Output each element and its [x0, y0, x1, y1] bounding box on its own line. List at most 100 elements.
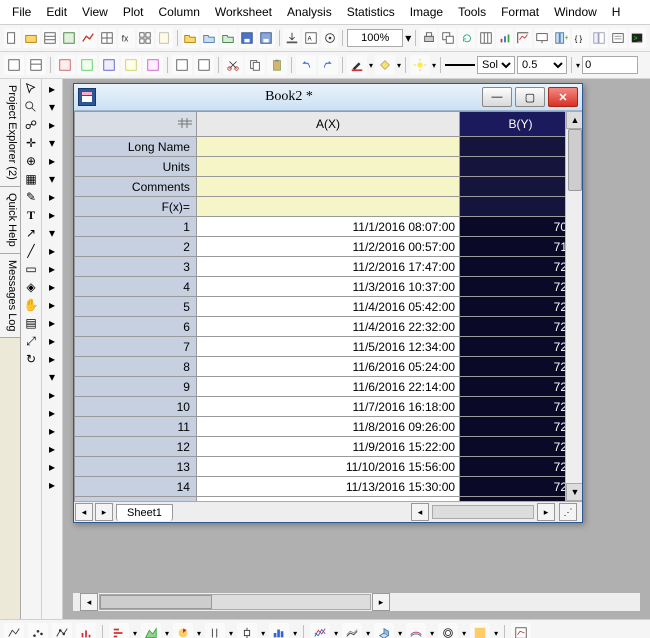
box-plot-dropdown[interactable]: ▾ — [261, 629, 265, 638]
tool-c7[interactable]: ▸ — [44, 189, 60, 205]
tool-c2[interactable]: ▾ — [44, 99, 60, 115]
new-function-button[interactable]: fx — [118, 28, 135, 48]
duplicate-button[interactable] — [439, 28, 456, 48]
cell-b[interactable]: 72.3 — [460, 357, 582, 377]
scroll-thumb[interactable] — [568, 129, 582, 191]
fill-color-button[interactable] — [375, 55, 395, 75]
contour-dropdown[interactable]: ▾ — [462, 629, 466, 638]
new-folder-button[interactable] — [23, 28, 40, 48]
cell-a[interactable]: 11/7/2016 16:18:00 — [196, 397, 459, 417]
cell-a[interactable]: 11/8/2016 09:26:00 — [196, 417, 459, 437]
cell-b[interactable]: 72.3 — [460, 277, 582, 297]
pie-plot-dropdown[interactable]: ▾ — [197, 629, 201, 638]
stock-plot-button[interactable] — [205, 623, 225, 638]
zoom-dropdown-icon[interactable]: ▾ — [405, 31, 411, 45]
tool-c11[interactable]: ▸ — [44, 261, 60, 277]
menu-tools[interactable]: Tools — [452, 3, 492, 21]
cell-a[interactable]: 11/6/2016 22:14:00 — [196, 377, 459, 397]
area-plot-button[interactable] — [141, 623, 161, 638]
line-color-dropdown[interactable]: ▾ — [369, 61, 373, 70]
wks-a4[interactable] — [121, 55, 141, 75]
paste-button[interactable] — [267, 55, 287, 75]
refresh-button[interactable] — [458, 28, 475, 48]
cell-b[interactable]: 72.3 — [460, 377, 582, 397]
project-explorer-tab[interactable]: Project Explorer (2) — [0, 79, 20, 187]
region-tool[interactable]: ◈ — [23, 279, 39, 295]
screen-reader-tool[interactable]: ☍ — [23, 117, 39, 133]
tool-c10[interactable]: ▸ — [44, 243, 60, 259]
ws-hscroll-thumb[interactable] — [100, 595, 212, 609]
meta-cell-a[interactable] — [196, 137, 459, 157]
wks-b1[interactable] — [172, 55, 192, 75]
data-selector-tool[interactable]: ⊕ — [23, 153, 39, 169]
mask-tool[interactable]: ▦ — [23, 171, 39, 187]
cell-a[interactable]: 11/9/2016 15:22:00 — [196, 437, 459, 457]
bar-plot-dropdown[interactable]: ▾ — [133, 629, 137, 638]
template-plot-button[interactable] — [511, 623, 531, 638]
tool-c18[interactable]: ▸ — [44, 387, 60, 403]
menu-statistics[interactable]: Statistics — [341, 3, 401, 21]
vertical-scrollbar[interactable]: ▲ ▼ — [565, 111, 582, 501]
line-plot-button[interactable] — [4, 623, 24, 638]
cut-button[interactable] — [223, 55, 243, 75]
zoom-in-tool[interactable] — [23, 99, 39, 115]
copy-button[interactable] — [245, 55, 265, 75]
tool-c8[interactable]: ▸ — [44, 207, 60, 223]
rescale-button[interactable] — [515, 28, 532, 48]
command-window-button[interactable]: >_ — [629, 28, 646, 48]
fill-color-dropdown[interactable]: ▾ — [397, 61, 401, 70]
menu-edit[interactable]: Edit — [40, 3, 73, 21]
tool-c13[interactable]: ▸ — [44, 297, 60, 313]
hscroll-track[interactable] — [432, 505, 534, 519]
wks-b2[interactable] — [194, 55, 214, 75]
row-header[interactable]: 9 — [75, 377, 197, 397]
rect-tool[interactable]: ▭ — [23, 261, 39, 277]
save-template-button[interactable] — [258, 28, 275, 48]
cell-b[interactable]: 70.7 — [460, 217, 582, 237]
cell-b[interactable]: 72.3 — [460, 317, 582, 337]
menu-view[interactable]: View — [76, 3, 114, 21]
line-width-select[interactable]: 0.5 — [517, 56, 567, 74]
meta-cell-a[interactable] — [196, 177, 459, 197]
meta-cell-b[interactable] — [460, 157, 582, 177]
tool-c20[interactable]: ▸ — [44, 423, 60, 439]
menu-help[interactable]: H — [606, 3, 627, 21]
new-project-button[interactable] — [4, 28, 21, 48]
tab-nav-first[interactable]: ◂ — [75, 503, 93, 521]
row-header[interactable]: 10 — [75, 397, 197, 417]
pie-plot-button[interactable] — [173, 623, 193, 638]
pan-tool[interactable]: ✋ — [23, 297, 39, 313]
insert-graph-tool[interactable]: ▤ — [23, 315, 39, 331]
batch-process-button[interactable] — [321, 28, 338, 48]
cell-b[interactable]: 75.5 — [460, 497, 582, 502]
cell-a[interactable]: 11/2/2016 17:47:00 — [196, 257, 459, 277]
print-button[interactable] — [420, 28, 437, 48]
add-columns-button[interactable]: + — [553, 28, 570, 48]
tool-c21[interactable]: ▸ — [44, 441, 60, 457]
hscroll-right[interactable]: ▸ — [537, 503, 555, 521]
undo-button[interactable] — [296, 55, 316, 75]
row-header[interactable]: 1 — [75, 217, 197, 237]
menu-format[interactable]: Format — [495, 3, 545, 21]
waterfall-dropdown[interactable]: ▾ — [366, 629, 370, 638]
cell-b[interactable]: 72.3 — [460, 437, 582, 457]
multi-y-plot-button[interactable] — [310, 623, 330, 638]
new-workbook-button[interactable] — [42, 28, 59, 48]
menu-image[interactable]: Image — [404, 3, 449, 21]
cell-a[interactable]: 11/13/2016 15:30:00 — [196, 477, 459, 497]
scroll-up-button[interactable]: ▲ — [566, 111, 582, 129]
tool-c4[interactable]: ▾ — [44, 135, 60, 151]
zoom-input[interactable] — [347, 29, 403, 47]
light-dropdown[interactable]: ▾ — [432, 61, 436, 70]
open-template-button[interactable] — [201, 28, 218, 48]
wks-new-button[interactable] — [4, 55, 24, 75]
meta-row-header[interactable]: Long Name — [75, 137, 197, 157]
messages-log-tab[interactable]: Messages Log — [0, 254, 20, 339]
area-plot-dropdown[interactable]: ▾ — [165, 629, 169, 638]
save-button[interactable] — [239, 28, 256, 48]
meta-row-header[interactable]: Units — [75, 157, 197, 177]
3d-surface-dropdown[interactable]: ▾ — [430, 629, 434, 638]
minimize-button[interactable]: — — [482, 87, 512, 107]
meta-cell-b[interactable] — [460, 177, 582, 197]
3d-surface-button[interactable] — [406, 623, 426, 638]
